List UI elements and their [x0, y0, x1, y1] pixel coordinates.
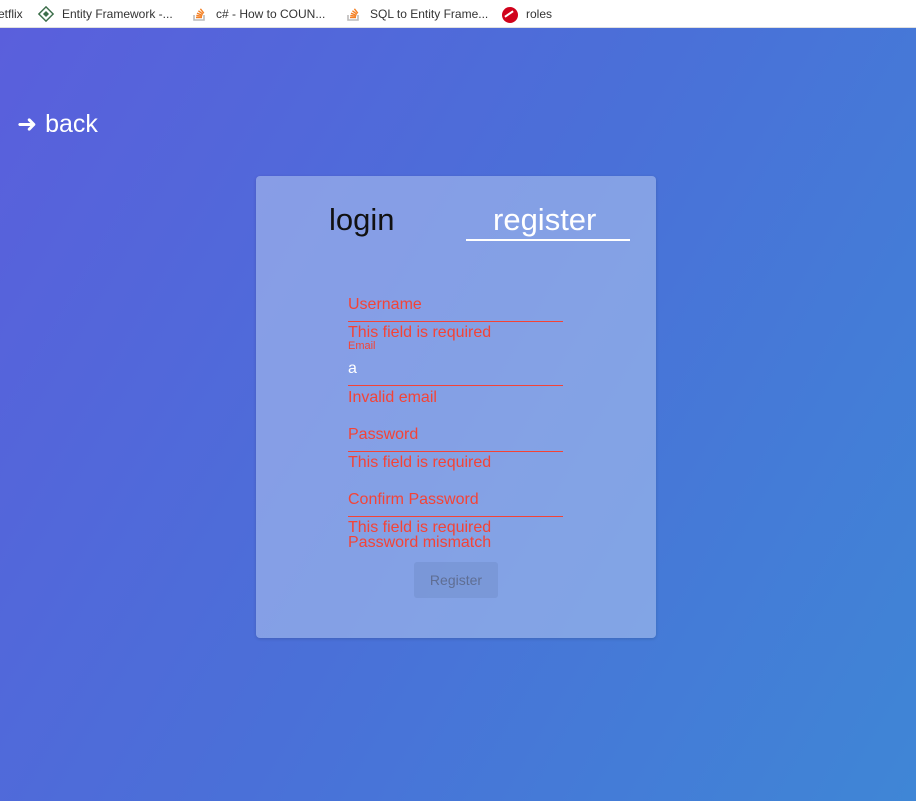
- email-underline: [348, 385, 563, 386]
- tab-register[interactable]: register: [493, 202, 596, 238]
- confirm-password-field[interactable]: Confirm Password This field is required …: [348, 491, 563, 561]
- email-error: Invalid email: [348, 389, 437, 406]
- password-field[interactable]: Password This field is required: [348, 426, 563, 482]
- stackoverflow-icon: [346, 6, 362, 22]
- entity-framework-icon: [37, 5, 55, 23]
- password-mismatch-error: Password mismatch: [348, 534, 492, 551]
- back-label: back: [45, 110, 98, 138]
- username-label: Username: [348, 296, 422, 313]
- bookmark-roles[interactable]: roles: [502, 0, 553, 27]
- active-tab-indicator: [466, 239, 630, 241]
- password-label: Password: [348, 426, 419, 443]
- auth-card: login register Username This field is re…: [256, 176, 656, 638]
- confirm-password-underline: [348, 516, 563, 517]
- stackoverflow-icon: [192, 6, 208, 22]
- email-field[interactable]: Email a Invalid email: [348, 340, 563, 410]
- bookmark-label: SQL to Entity Frame...: [370, 7, 489, 21]
- roles-icon: [502, 6, 518, 23]
- password-underline: [348, 451, 563, 452]
- email-label: Email: [348, 340, 376, 352]
- bookmark-entity-framework[interactable]: Entity Framework -...: [37, 0, 173, 27]
- register-button[interactable]: Register: [414, 562, 498, 598]
- password-error: This field is required: [348, 454, 492, 471]
- username-underline: [348, 321, 563, 322]
- arrow-right-icon: ➜: [17, 111, 38, 138]
- bookmark-label: roles: [526, 7, 553, 21]
- bookmark-netflix[interactable]: etflix: [0, 0, 23, 27]
- bookmark-label: etflix: [0, 7, 23, 21]
- bookmark-label: c# - How to COUN...: [216, 7, 326, 21]
- bookmarks-bar: etflix Entity Framework -... c# - How to…: [0, 0, 916, 28]
- main-background: ➜ back login register Username This fiel…: [0, 28, 916, 801]
- bookmark-csharp-count[interactable]: c# - How to COUN...: [192, 0, 326, 27]
- email-value[interactable]: a: [348, 360, 357, 378]
- confirm-password-label: Confirm Password: [348, 491, 479, 508]
- bookmark-sql-entity[interactable]: SQL to Entity Frame...: [346, 0, 489, 27]
- tab-login[interactable]: login: [329, 202, 395, 238]
- back-link[interactable]: ➜ back: [17, 110, 98, 139]
- bookmark-label: Entity Framework -...: [62, 7, 173, 21]
